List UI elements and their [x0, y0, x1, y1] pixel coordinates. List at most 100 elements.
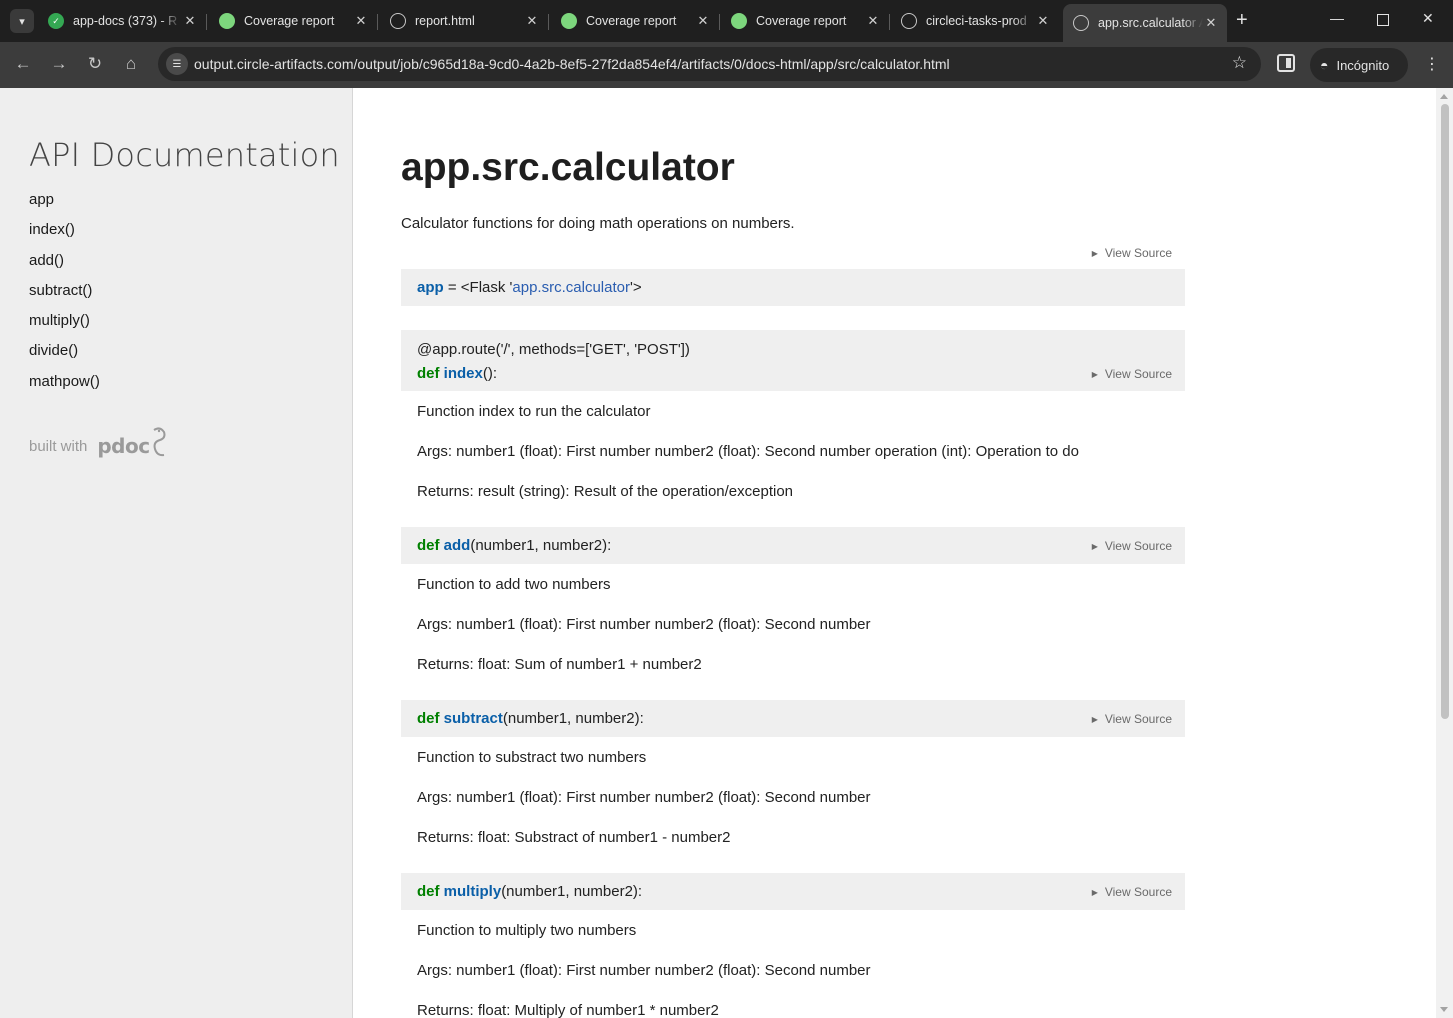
view-source-multiply[interactable]: ▶ View Source [1092, 885, 1172, 899]
close-icon[interactable]: ✕ [524, 13, 540, 29]
close-icon[interactable]: ✕ [865, 13, 881, 29]
function-doc-line: Returns: float: Multiply of number1 * nu… [417, 1002, 719, 1018]
bookmark-star-icon[interactable]: ☆ [1232, 53, 1247, 73]
function-params: (): [482, 365, 498, 382]
view-source-add[interactable]: ▶ View Source [1092, 539, 1172, 553]
doc-sidebar: API Documentation app index() add() subt… [0, 88, 353, 1018]
tab-title: report.html [415, 14, 475, 28]
built-with-text: built with [29, 437, 88, 455]
check-icon: ✓ [48, 13, 64, 29]
leaf-icon [219, 13, 235, 29]
view-source-label: View Source [1104, 367, 1172, 381]
tab-report-html[interactable]: report.html ✕ [380, 6, 549, 36]
variable-value: app.src.calculator [512, 279, 630, 296]
tab-title: app.src.calculator A [1098, 16, 1203, 30]
sidebar-item-index[interactable]: index() [29, 221, 100, 251]
function-multiply-header: def multiply(number1, number2): ▶ View S… [401, 873, 1185, 910]
function-doc-line: Args: number1 (float): First number numb… [417, 789, 871, 806]
maximize-icon[interactable] [1377, 14, 1389, 26]
forward-arrow-icon[interactable]: → [48, 54, 70, 74]
tab-app-docs[interactable]: ✓ app-docs (373) - R ✕ [38, 6, 207, 36]
view-source-index[interactable]: ▶ View Source [1092, 367, 1172, 381]
back-arrow-icon[interactable]: ← [12, 54, 34, 74]
sidebar-item-add[interactable]: add() [29, 252, 100, 282]
function-signature: def multiply(number1, number2): [417, 883, 642, 900]
sidebar-item-subtract[interactable]: subtract() [29, 282, 100, 312]
close-icon[interactable]: ✕ [182, 13, 198, 29]
function-doc-line: Returns: float: Substract of number1 - n… [417, 829, 731, 846]
function-doc-line: Returns: result (string): Result of the … [417, 483, 794, 500]
view-source-label: View Source [1104, 539, 1172, 553]
tab-app-src-calculator[interactable]: app.src.calculator A ✕ [1063, 4, 1227, 42]
tab-title: circleci-tasks-prod [926, 14, 1027, 28]
function-doc-line: Args: number1 (float): First number numb… [417, 443, 1079, 460]
close-icon[interactable]: ✕ [1035, 13, 1051, 29]
view-source-subtract[interactable]: ▶ View Source [1092, 712, 1172, 726]
page-scrollbar[interactable] [1436, 88, 1453, 1018]
more-vert-icon[interactable]: ⋮ [1424, 54, 1440, 74]
sidebar-item-divide[interactable]: divide() [29, 342, 100, 372]
tab-circleci-tasks[interactable]: circleci-tasks-prod ✕ [891, 6, 1059, 36]
function-name[interactable]: multiply [444, 883, 502, 900]
address-bar[interactable]: ☰ output.circle-artifacts.com/output/job… [158, 47, 1261, 81]
page-viewport: API Documentation app index() add() subt… [0, 88, 1453, 1018]
view-source-label: View Source [1104, 712, 1172, 726]
function-add-header: def add(number1, number2): ▶ View Source [401, 527, 1185, 564]
tab-coverage-report-3[interactable]: Coverage report ✕ [721, 6, 890, 36]
sidebar-item-app[interactable]: app [29, 191, 100, 221]
built-with-pdoc[interactable]: built with pdoc [29, 427, 168, 460]
incognito-icon: ◓ [1320, 57, 1329, 73]
variable-tail: '> [629, 279, 642, 296]
globe-icon [901, 13, 917, 29]
tab-coverage-report-2[interactable]: Coverage report ✕ [551, 6, 720, 36]
reload-icon[interactable]: ↻ [84, 54, 106, 74]
sidebar-item-mathpow[interactable]: mathpow() [29, 373, 100, 403]
leaf-icon [561, 13, 577, 29]
function-params: (number1, number2): [470, 537, 612, 554]
function-doc-line: Function to multiply two numbers [417, 922, 637, 939]
function-name[interactable]: add [444, 537, 471, 554]
minimize-icon[interactable]: — [1330, 10, 1344, 26]
sidebar-item-multiply[interactable]: multiply() [29, 312, 100, 342]
scroll-up-arrow-icon[interactable] [1440, 94, 1448, 99]
tab-title: Coverage report [244, 14, 335, 28]
function-doc-line: Returns: float: Sum of number1 + number2 [417, 656, 702, 673]
def-keyword: def [417, 710, 440, 727]
expand-triangle-icon: ▶ [1091, 887, 1098, 897]
tab-title: Coverage report [586, 14, 677, 28]
window-close-icon[interactable]: ✕ [1422, 10, 1434, 27]
home-icon[interactable]: ⌂ [120, 54, 142, 74]
def-keyword: def [417, 537, 440, 554]
tab-search-chevron-icon[interactable]: ▾ [10, 9, 34, 33]
tab-strip: ▾ ✓ app-docs (373) - R ✕ Coverage report… [0, 0, 1453, 42]
globe-icon [390, 13, 406, 29]
site-settings-icon[interactable]: ☰ [166, 53, 188, 75]
close-icon[interactable]: ✕ [695, 13, 711, 29]
incognito-button[interactable]: ◓ Incógnito [1310, 48, 1408, 82]
def-keyword: def [417, 883, 440, 900]
scroll-down-arrow-icon[interactable] [1440, 1007, 1448, 1012]
function-doc-line: Args: number1 (float): First number numb… [417, 616, 871, 633]
function-name[interactable]: index [444, 365, 483, 382]
view-source-label: View Source [1104, 246, 1172, 260]
side-panel-icon[interactable] [1277, 54, 1295, 72]
tab-title: app-docs (373) - R [73, 14, 178, 28]
view-source-module[interactable]: ▶ View Source [1092, 246, 1172, 260]
tab-coverage-report-1[interactable]: Coverage report ✕ [209, 6, 378, 36]
app-variable-block: app = <Flask 'app.src.calculator'> [401, 269, 1185, 306]
function-name[interactable]: subtract [444, 710, 503, 727]
function-subtract-header: def subtract(number1, number2): ▶ View S… [401, 700, 1185, 737]
function-index-header: @app.route('/', methods=['GET', 'POST'])… [401, 330, 1185, 391]
variable-name[interactable]: app [417, 279, 444, 296]
close-icon[interactable]: ✕ [353, 13, 369, 29]
function-doc-line: Function to add two numbers [417, 576, 611, 593]
close-icon[interactable]: ✕ [1203, 15, 1219, 31]
url-text[interactable]: output.circle-artifacts.com/output/job/c… [194, 56, 950, 72]
scrollbar-thumb[interactable] [1441, 104, 1449, 719]
sidebar-title: API Documentation [29, 136, 340, 174]
view-source-label: View Source [1104, 885, 1172, 899]
function-doc-line: Args: number1 (float): First number numb… [417, 962, 871, 979]
function-signature: def index(): [417, 365, 497, 382]
module-docstring: Calculator functions for doing math oper… [401, 215, 795, 232]
new-tab-plus-icon[interactable]: + [1236, 10, 1248, 30]
